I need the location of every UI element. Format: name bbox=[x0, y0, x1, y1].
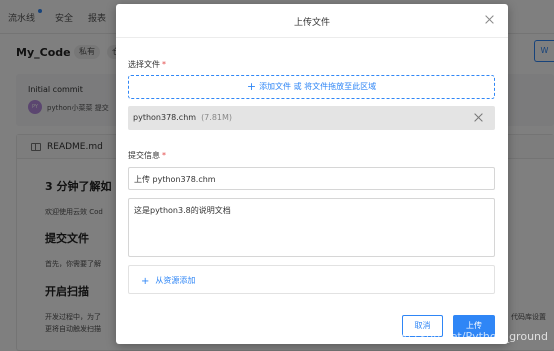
choose-file-label-text: 选择文件 bbox=[128, 60, 160, 69]
plus-icon: + bbox=[246, 80, 257, 93]
dialog-header: 上传文件 bbox=[116, 4, 508, 38]
required-mark: * bbox=[162, 151, 166, 160]
commit-message-label: 提交信息 * bbox=[128, 150, 166, 161]
add-from-resource-button[interactable]: + 从资源添加 bbox=[128, 265, 495, 294]
dialog-title: 上传文件 bbox=[293, 18, 330, 28]
dropzone-text: 添加文件 或 将文件拖放至此区域 bbox=[259, 82, 377, 91]
selected-file-item: python378.chm (7.81M) bbox=[128, 106, 495, 130]
file-dropzone[interactable]: + 添加文件 或 将文件拖放至此区域 bbox=[128, 75, 495, 99]
add-resource-label: 从资源添加 bbox=[155, 276, 196, 285]
commit-description-textarea[interactable]: 这是python3.8的说明文档 bbox=[128, 198, 495, 257]
upload-file-dialog: 上传文件 选择文件 * + 添加文件 或 将文件拖放至此区域 python378.c… bbox=[116, 4, 508, 344]
file-size: (7.81M) bbox=[201, 113, 233, 122]
plus-icon: + bbox=[141, 276, 150, 287]
remove-file-icon[interactable] bbox=[473, 112, 484, 123]
file-name: python378.chm bbox=[133, 113, 197, 122]
close-icon[interactable] bbox=[484, 14, 496, 26]
required-mark: * bbox=[162, 60, 166, 69]
commit-message-label-text: 提交信息 bbox=[128, 151, 160, 160]
commit-title-input[interactable]: 上传 python378.chm bbox=[128, 167, 495, 190]
file-name-wrap: python378.chm (7.81M) bbox=[133, 113, 232, 122]
choose-file-label: 选择文件 * bbox=[128, 59, 166, 70]
watermark: https://blog.csdn.net/Python_ground bbox=[347, 330, 548, 343]
